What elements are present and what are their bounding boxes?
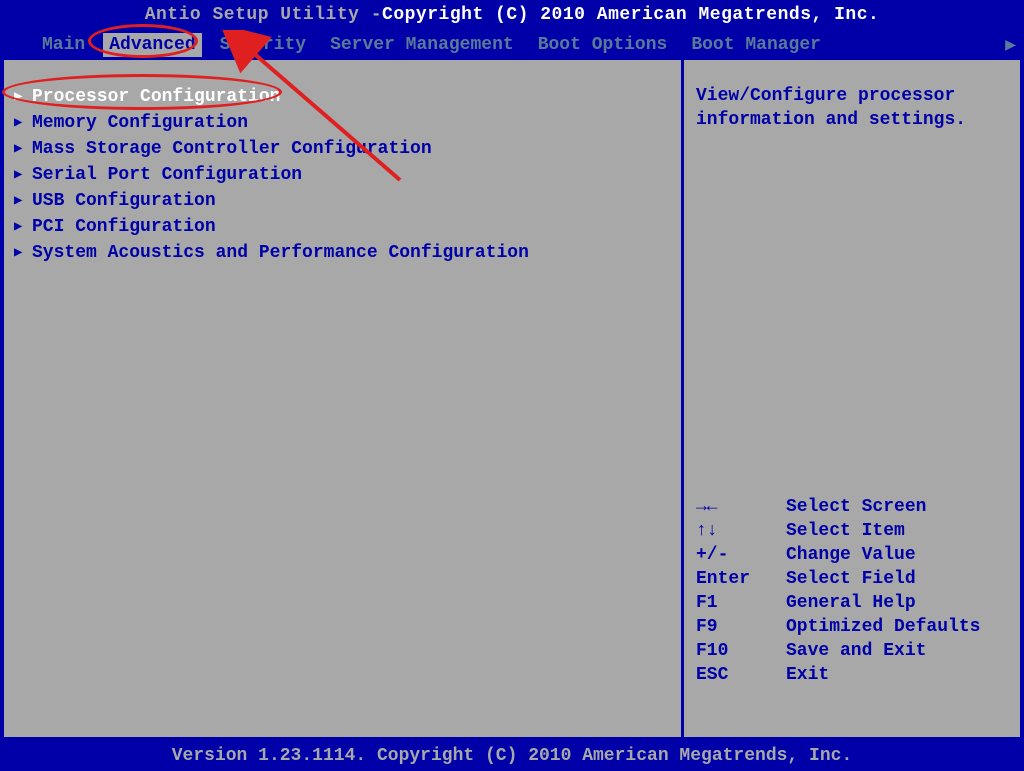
- menu-processor-configuration[interactable]: ▶ Processor Configuration: [14, 84, 671, 110]
- submenu-arrow-icon: ▶: [14, 137, 32, 161]
- tab-bar: Main Advanced Security Server Management…: [0, 30, 1024, 60]
- key-desc: General Help: [786, 591, 916, 615]
- key-desc: Select Screen: [786, 495, 926, 519]
- tab-advanced[interactable]: Advanced: [103, 33, 201, 57]
- key-hint-row: +/-Change Value: [696, 543, 1008, 567]
- tab-boot-manager[interactable]: Boot Manager: [685, 33, 827, 57]
- key-hint-row: F10Save and Exit: [696, 639, 1008, 663]
- key-label: F1: [696, 591, 786, 615]
- menu-item-label: PCI Configuration: [32, 215, 216, 239]
- key-label: ↑↓: [696, 519, 786, 543]
- menu-pci-configuration[interactable]: ▶ PCI Configuration: [14, 214, 671, 240]
- key-desc: Select Field: [786, 567, 916, 591]
- key-hint-row: →←Select Screen: [696, 495, 1008, 519]
- submenu-arrow-icon: ▶: [14, 189, 32, 213]
- menu-item-label: System Acoustics and Performance Configu…: [32, 241, 529, 265]
- menu-item-label: USB Configuration: [32, 189, 216, 213]
- menu-item-label: Memory Configuration: [32, 111, 248, 135]
- submenu-arrow-icon: ▶: [14, 111, 32, 135]
- submenu-arrow-icon: ▶: [14, 163, 32, 187]
- key-hint-row: ESCExit: [696, 663, 1008, 687]
- key-label: F10: [696, 639, 786, 663]
- key-desc: Select Item: [786, 519, 905, 543]
- key-label: F9: [696, 615, 786, 639]
- menu-memory-configuration[interactable]: ▶ Memory Configuration: [14, 110, 671, 136]
- title-prefix: Antio Setup Utility -: [145, 5, 382, 25]
- key-desc: Save and Exit: [786, 639, 926, 663]
- menu-usb-configuration[interactable]: ▶ USB Configuration: [14, 188, 671, 214]
- menu-item-label: Processor Configuration: [32, 85, 280, 109]
- tab-server-management[interactable]: Server Management: [324, 33, 520, 57]
- submenu-arrow-icon: ▶: [14, 85, 32, 109]
- key-label: +/-: [696, 543, 786, 567]
- key-hint-row: F1General Help: [696, 591, 1008, 615]
- tab-main[interactable]: Main: [36, 33, 91, 57]
- footer-text: Version 1.23.1114. Copyright (C) 2010 Am…: [172, 746, 853, 766]
- key-desc: Optimized Defaults: [786, 615, 980, 639]
- key-hint-row: EnterSelect Field: [696, 567, 1008, 591]
- key-label: Enter: [696, 567, 786, 591]
- menu-item-label: Mass Storage Controller Configuration: [32, 137, 432, 161]
- title-bar: Antio Setup Utility - Copyright (C) 2010…: [0, 0, 1024, 30]
- help-pane: View/Configure processor information and…: [684, 60, 1020, 737]
- key-hints: →←Select Screen ↑↓Select Item +/-Change …: [696, 495, 1008, 687]
- key-label: →←: [696, 495, 786, 519]
- tab-scroll-right-icon[interactable]: ▶: [1005, 34, 1016, 56]
- key-hint-row: F9Optimized Defaults: [696, 615, 1008, 639]
- key-hint-row: ↑↓Select Item: [696, 519, 1008, 543]
- main-area: ▶ Processor Configuration ▶ Memory Confi…: [0, 60, 1024, 741]
- submenu-arrow-icon: ▶: [14, 215, 32, 239]
- title-copyright: Copyright (C) 2010 American Megatrends, …: [382, 5, 879, 25]
- tab-boot-options[interactable]: Boot Options: [532, 33, 674, 57]
- help-text-line: information and settings.: [696, 108, 1008, 132]
- submenu-arrow-icon: ▶: [14, 241, 32, 265]
- menu-pane: ▶ Processor Configuration ▶ Memory Confi…: [4, 60, 684, 737]
- menu-mass-storage-configuration[interactable]: ▶ Mass Storage Controller Configuration: [14, 136, 671, 162]
- tab-security[interactable]: Security: [214, 33, 312, 57]
- key-label: ESC: [696, 663, 786, 687]
- menu-serial-port-configuration[interactable]: ▶ Serial Port Configuration: [14, 162, 671, 188]
- menu-system-acoustics-configuration[interactable]: ▶ System Acoustics and Performance Confi…: [14, 240, 671, 266]
- help-text-line: View/Configure processor: [696, 84, 1008, 108]
- key-desc: Exit: [786, 663, 829, 687]
- key-desc: Change Value: [786, 543, 916, 567]
- menu-item-label: Serial Port Configuration: [32, 163, 302, 187]
- footer-bar: Version 1.23.1114. Copyright (C) 2010 Am…: [0, 741, 1024, 771]
